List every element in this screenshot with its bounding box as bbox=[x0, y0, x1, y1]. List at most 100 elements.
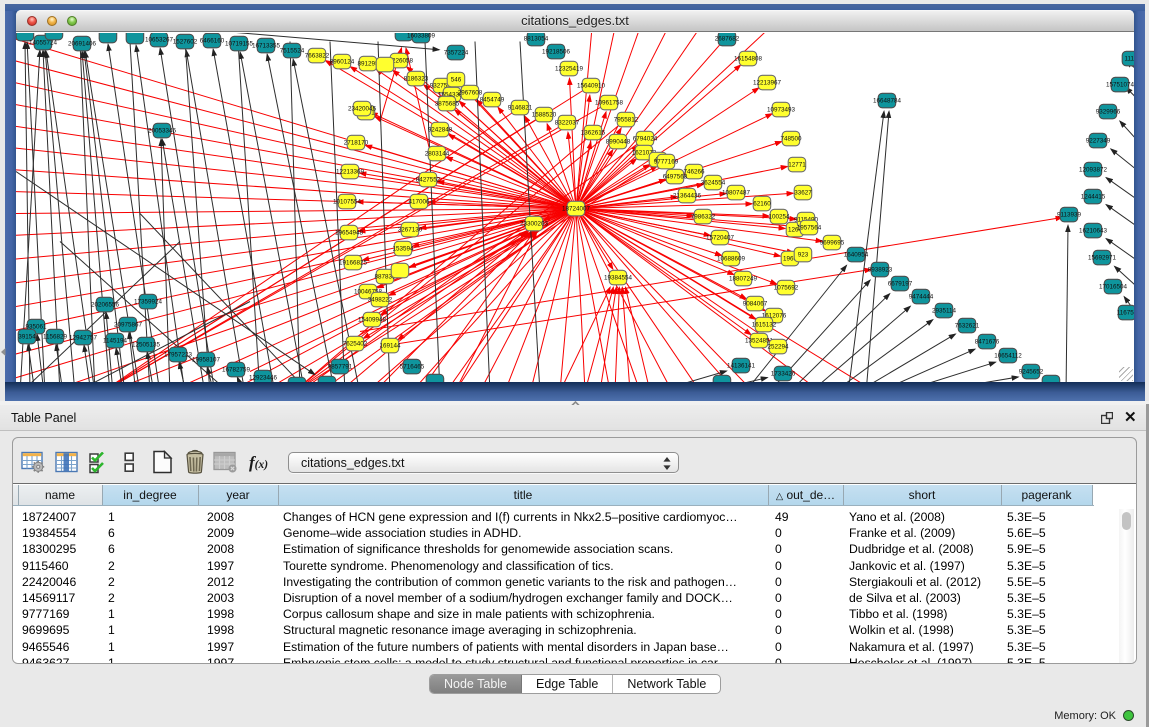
svg-text:9113939: 9113939 bbox=[1057, 212, 1082, 219]
svg-text:2687682: 2687682 bbox=[715, 36, 740, 43]
svg-text:16648784: 16648784 bbox=[873, 98, 902, 105]
svg-text:12093872: 12093872 bbox=[1079, 167, 1108, 174]
svg-text:7632621: 7632621 bbox=[955, 323, 980, 330]
svg-text:3267130: 3267130 bbox=[398, 227, 423, 234]
svg-text:18807249: 18807249 bbox=[729, 276, 758, 283]
svg-text:7357224: 7357224 bbox=[444, 50, 469, 57]
svg-text:15751074: 15751074 bbox=[1106, 82, 1134, 89]
svg-text:9242848: 9242848 bbox=[428, 127, 453, 134]
svg-text:16154808: 16154808 bbox=[734, 56, 763, 63]
svg-text:20975867: 20975867 bbox=[114, 322, 143, 329]
svg-text:923: 923 bbox=[798, 252, 809, 259]
svg-text:1527602: 1527602 bbox=[173, 39, 198, 46]
svg-text:9329966: 9329966 bbox=[1096, 109, 1121, 116]
svg-text:3624554: 3624554 bbox=[701, 180, 726, 187]
svg-text:12942757: 12942757 bbox=[69, 335, 98, 342]
svg-text:15409948: 15409948 bbox=[358, 317, 387, 324]
svg-text:9084067: 9084067 bbox=[743, 301, 768, 308]
svg-text:16713355: 16713355 bbox=[252, 43, 281, 50]
svg-text:17957223: 17957223 bbox=[164, 352, 193, 359]
svg-text:9245652: 9245652 bbox=[1019, 369, 1044, 376]
svg-text:23420046: 23420046 bbox=[348, 106, 377, 113]
svg-text:116753: 116753 bbox=[1117, 310, 1134, 317]
svg-text:3875685: 3875685 bbox=[435, 101, 460, 108]
svg-text:417006: 417006 bbox=[408, 199, 430, 206]
svg-text:10688609: 10688609 bbox=[717, 256, 746, 263]
svg-text:19384554: 19384554 bbox=[604, 275, 633, 282]
svg-text:12213967: 12213967 bbox=[753, 80, 782, 87]
svg-text:8938923: 8938923 bbox=[868, 267, 893, 274]
svg-text:7625402: 7625402 bbox=[343, 341, 368, 348]
svg-text:1075692: 1075692 bbox=[774, 285, 799, 292]
svg-text:169144: 169144 bbox=[379, 343, 401, 350]
svg-text:8960124: 8960124 bbox=[330, 59, 355, 66]
svg-text:14136141: 14136141 bbox=[727, 363, 756, 370]
svg-text:252294: 252294 bbox=[767, 344, 789, 351]
svg-text:10653267: 10653267 bbox=[145, 37, 174, 44]
svg-text:8427552: 8427552 bbox=[416, 177, 441, 184]
svg-text:15640910: 15640910 bbox=[577, 83, 606, 90]
svg-text:20206556: 20206556 bbox=[91, 302, 120, 309]
svg-text:15692971: 15692971 bbox=[1088, 255, 1117, 262]
svg-text:100254: 100254 bbox=[768, 214, 790, 221]
svg-text:1112: 1112 bbox=[1124, 56, 1134, 63]
svg-text:8186323: 8186323 bbox=[404, 76, 429, 83]
svg-text:1640954: 1640954 bbox=[844, 252, 869, 259]
svg-text:6679197: 6679197 bbox=[888, 281, 913, 288]
svg-text:20691406: 20691406 bbox=[68, 41, 97, 48]
svg-text:12325419: 12325419 bbox=[555, 66, 584, 73]
svg-text:9857791: 9857791 bbox=[328, 364, 353, 371]
svg-text:5716465: 5716465 bbox=[400, 364, 425, 371]
svg-text:16033809: 16033809 bbox=[407, 33, 436, 40]
svg-text:7986322: 7986322 bbox=[691, 214, 716, 221]
svg-text:6497568: 6497568 bbox=[663, 174, 688, 181]
svg-text:15720407: 15720407 bbox=[706, 235, 735, 242]
svg-text:8471676: 8471676 bbox=[975, 339, 1000, 346]
svg-text:546: 546 bbox=[451, 77, 462, 84]
svg-text:23300203: 23300203 bbox=[520, 221, 549, 228]
svg-text:1362615: 1362615 bbox=[581, 130, 606, 137]
svg-text:12505135: 12505135 bbox=[132, 342, 161, 349]
svg-text:10107554: 10107554 bbox=[333, 199, 362, 206]
svg-text:2803144: 2803144 bbox=[425, 151, 450, 158]
svg-text:9474444: 9474444 bbox=[909, 294, 934, 301]
svg-text:9146821: 9146821 bbox=[508, 105, 533, 112]
svg-text:3498222: 3498222 bbox=[368, 297, 393, 304]
svg-text:1957564: 1957564 bbox=[797, 225, 822, 232]
svg-text:16782759: 16782759 bbox=[222, 367, 251, 374]
svg-text:153594: 153594 bbox=[392, 246, 414, 253]
svg-text:7515524: 7515524 bbox=[280, 48, 305, 55]
svg-text:10973493: 10973493 bbox=[767, 107, 796, 114]
svg-text:14055724: 14055724 bbox=[29, 40, 58, 47]
svg-text:1588520: 1588520 bbox=[532, 112, 557, 119]
svg-text:17016504: 17016504 bbox=[1099, 284, 1128, 291]
svg-text:1733426: 1733426 bbox=[771, 371, 796, 378]
svg-text:12923446: 12923446 bbox=[249, 375, 278, 382]
svg-text:1615132: 1615132 bbox=[752, 322, 777, 329]
svg-text:12771: 12771 bbox=[788, 162, 806, 169]
svg-text:12213369: 12213369 bbox=[336, 169, 365, 176]
svg-text:748500: 748500 bbox=[780, 136, 802, 143]
svg-text:19218506: 19218506 bbox=[542, 49, 571, 56]
svg-text:19654948: 19654948 bbox=[335, 230, 364, 237]
svg-text:8990448: 8990448 bbox=[606, 139, 631, 146]
svg-text:1145194: 1145194 bbox=[103, 338, 128, 345]
svg-text:8813054: 8813054 bbox=[524, 36, 549, 43]
svg-text:10719155: 10719155 bbox=[225, 41, 254, 48]
svg-text:8322037: 8322037 bbox=[555, 120, 580, 127]
svg-text:33627: 33627 bbox=[794, 190, 812, 197]
svg-text:21364436: 21364436 bbox=[673, 193, 702, 200]
svg-text:20053346: 20053346 bbox=[148, 128, 177, 135]
svg-text:6466160: 6466160 bbox=[200, 38, 225, 45]
svg-text:6794024: 6794024 bbox=[633, 136, 658, 143]
svg-text:10654112: 10654112 bbox=[994, 353, 1022, 360]
svg-text:19958107: 19958107 bbox=[192, 357, 221, 364]
svg-text:9227349: 9227349 bbox=[1086, 138, 1111, 145]
svg-text:2935114: 2935114 bbox=[932, 308, 957, 315]
svg-text:8454749: 8454749 bbox=[480, 97, 505, 104]
svg-text:1244415: 1244415 bbox=[1081, 194, 1106, 201]
svg-text:16210643: 16210643 bbox=[1079, 228, 1108, 235]
svg-text:9777169: 9777169 bbox=[654, 159, 679, 166]
svg-text:10961758: 10961758 bbox=[595, 100, 624, 107]
svg-text:2718170: 2718170 bbox=[344, 140, 369, 147]
